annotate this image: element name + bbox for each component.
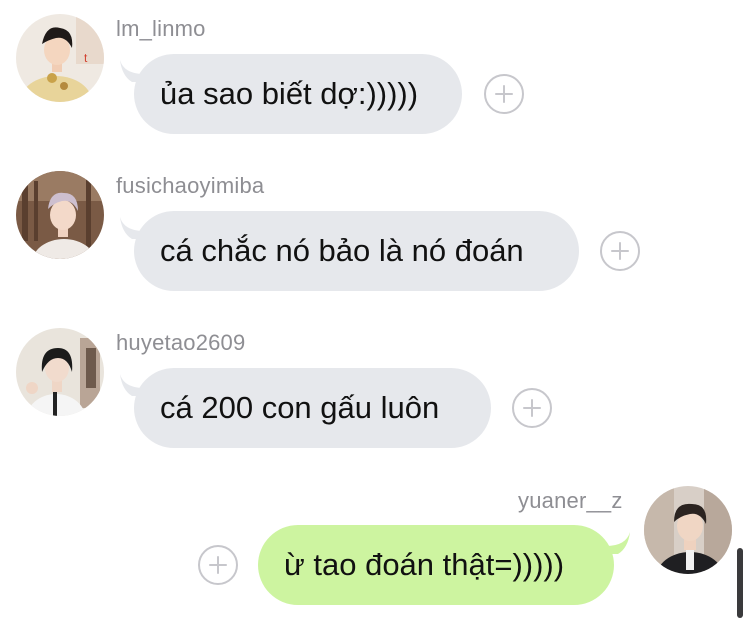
username: yuaner__z bbox=[518, 488, 623, 513]
message-bubble[interactable]: cá chắc nó bảo là nó đoán bbox=[134, 211, 579, 291]
message-bubble[interactable]: ủa sao biết dợ:))))) bbox=[134, 54, 462, 134]
add-reaction-icon[interactable] bbox=[512, 388, 552, 428]
chat-screen: t lm_linmo ủa sao biết dợ:))))) fusichao… bbox=[0, 0, 750, 625]
avatar-fusichaoyimiba[interactable] bbox=[16, 171, 104, 259]
scrollbar[interactable] bbox=[737, 548, 743, 618]
avatar-lm-linmo[interactable]: t bbox=[16, 14, 104, 102]
message-bubble[interactable]: cá 200 con gấu luôn bbox=[134, 368, 491, 448]
username: lm_linmo bbox=[116, 16, 206, 41]
message-bubble[interactable]: ừ tao đoán thật=))))) bbox=[258, 525, 614, 605]
username: huyetao2609 bbox=[116, 330, 246, 355]
add-reaction-icon[interactable] bbox=[484, 74, 524, 114]
avatar-yuaner-z[interactable] bbox=[644, 486, 732, 574]
add-reaction-icon[interactable] bbox=[600, 231, 640, 271]
username: fusichaoyimiba bbox=[116, 173, 265, 198]
add-reaction-icon[interactable] bbox=[198, 545, 238, 585]
avatar-huyetao2609[interactable] bbox=[16, 328, 104, 416]
